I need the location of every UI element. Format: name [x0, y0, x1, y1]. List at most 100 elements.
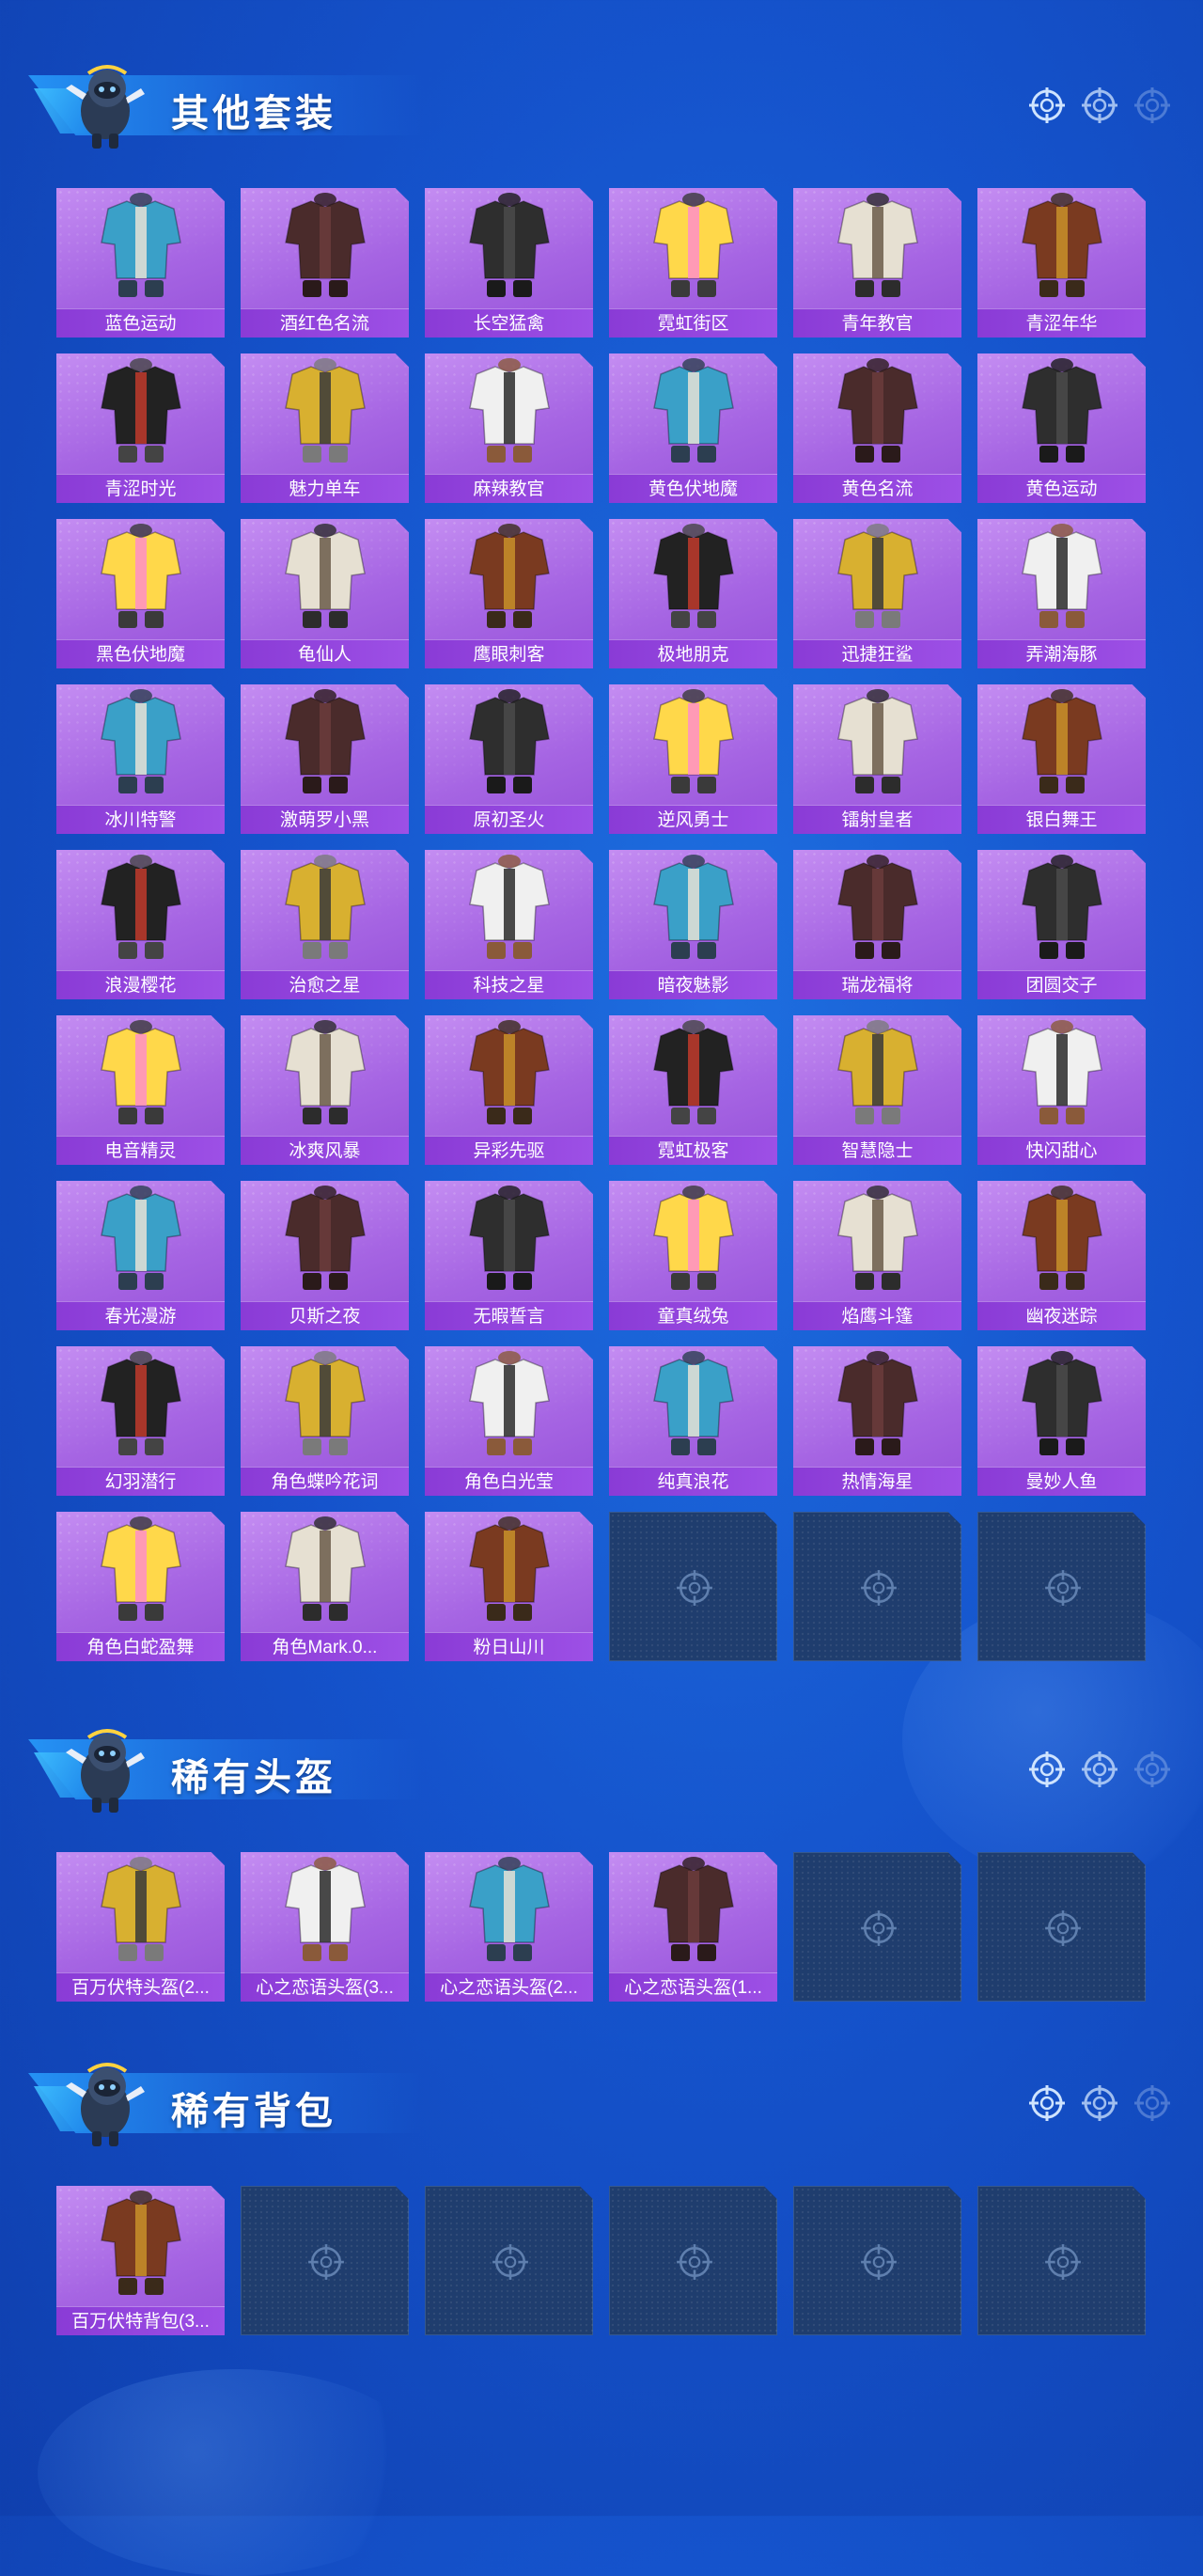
item-card[interactable]: 冰爽风暴: [241, 1015, 409, 1165]
item-card[interactable]: 贝斯之夜: [241, 1181, 409, 1330]
item-card[interactable]: 冰川特警: [56, 684, 225, 834]
empty-slot: [425, 2186, 593, 2335]
item-card[interactable]: 粉日山川: [425, 1512, 593, 1661]
outfit-image: [285, 358, 366, 463]
item-card[interactable]: 团圆交子: [977, 850, 1146, 999]
outfit-image: [101, 1516, 181, 1621]
crosshair-icon: [1134, 1751, 1170, 1787]
item-card[interactable]: 银白舞王: [977, 684, 1146, 834]
outfit-image: [285, 1020, 366, 1124]
item-name: 霓虹街区: [609, 308, 777, 338]
item-card[interactable]: 黄色名流: [793, 353, 961, 503]
item-name: 快闪甜心: [977, 1136, 1146, 1165]
section-title: 稀有背包: [171, 2091, 336, 2132]
item-name: 瑞龙福将: [793, 970, 961, 999]
item-grid: 蓝色运动 酒红色名流 长空猛禽 霓虹街区 青年教官 青涩年华青涩时光 魅力单车 麻辣教官 黄色伏…: [56, 188, 1147, 1661]
item-card[interactable]: 长空猛禽: [425, 188, 593, 338]
item-card[interactable]: 热情海星: [793, 1346, 961, 1496]
section-header: 稀有背包: [0, 2045, 1203, 2148]
item-card[interactable]: 纯真浪花: [609, 1346, 777, 1496]
item-card[interactable]: 智慧隐士: [793, 1015, 961, 1165]
item-card[interactable]: 角色白光莹: [425, 1346, 593, 1496]
item-name: 青涩年华: [977, 308, 1146, 338]
item-name: 青年教官: [793, 308, 961, 338]
item-card[interactable]: 角色白蛇盈舞: [56, 1512, 225, 1661]
item-card[interactable]: 青年教官: [793, 188, 961, 338]
item-name: 迅捷狂鲨: [793, 639, 961, 668]
item-card[interactable]: 电音精灵: [56, 1015, 225, 1165]
item-name: 角色白光莹: [425, 1467, 593, 1496]
item-card[interactable]: 浪漫樱花: [56, 850, 225, 999]
crosshair-icon: [677, 2244, 712, 2280]
item-name: 角色蝶吟花词: [241, 1467, 409, 1496]
empty-slot: [977, 1852, 1146, 2002]
item-card[interactable]: 逆风勇士: [609, 684, 777, 834]
item-name: 原初圣火: [425, 805, 593, 834]
item-grid: 百万伏特背包(3...: [56, 2186, 1147, 2335]
outfit-image: [285, 1351, 366, 1455]
item-card[interactable]: 霓虹街区: [609, 188, 777, 338]
item-card[interactable]: 青涩年华: [977, 188, 1146, 338]
item-card[interactable]: 曼妙人鱼: [977, 1346, 1146, 1496]
item-card[interactable]: 心之恋语头盔(3...: [241, 1852, 409, 2002]
item-card[interactable]: 弄潮海豚: [977, 519, 1146, 668]
item-name: 黄色名流: [793, 474, 961, 503]
outfit-image: [469, 1186, 550, 1290]
item-card[interactable]: 魅力单车: [241, 353, 409, 503]
item-card[interactable]: 瑞龙福将: [793, 850, 961, 999]
item-card[interactable]: 百万伏特背包(3...: [56, 2186, 225, 2335]
item-name: 贝斯之夜: [241, 1301, 409, 1330]
item-card[interactable]: 心之恋语头盔(2...: [425, 1852, 593, 2002]
item-card[interactable]: 激萌罗小黑: [241, 684, 409, 834]
item-card[interactable]: 霓虹极客: [609, 1015, 777, 1165]
item-card[interactable]: 异彩先驱: [425, 1015, 593, 1165]
section-3: 稀有背包百万伏特背包(3...: [0, 2045, 1203, 2335]
crosshair-icon: [1045, 1570, 1081, 1606]
item-card[interactable]: 幻羽潜行: [56, 1346, 225, 1496]
outfit-image: [285, 1186, 366, 1290]
item-name: 曼妙人鱼: [977, 1467, 1146, 1496]
item-card[interactable]: 快闪甜心: [977, 1015, 1146, 1165]
item-card[interactable]: 角色Mark.0...: [241, 1512, 409, 1661]
item-card[interactable]: 迅捷狂鲨: [793, 519, 961, 668]
item-name: 冰爽风暴: [241, 1136, 409, 1165]
item-card[interactable]: 科技之星: [425, 850, 593, 999]
mascot-icon: [66, 65, 145, 149]
item-name: 角色Mark.0...: [241, 1632, 409, 1661]
item-card[interactable]: 百万伏特头盔(2...: [56, 1852, 225, 2002]
item-card[interactable]: 龟仙人: [241, 519, 409, 668]
item-card[interactable]: 镭射皇者: [793, 684, 961, 834]
item-card[interactable]: 治愈之星: [241, 850, 409, 999]
item-card[interactable]: 麻辣教官: [425, 353, 593, 503]
item-card[interactable]: 黄色运动: [977, 353, 1146, 503]
item-card[interactable]: 酒红色名流: [241, 188, 409, 338]
outfit-image: [837, 1186, 918, 1290]
item-card[interactable]: 黄色伏地魔: [609, 353, 777, 503]
outfit-image: [837, 358, 918, 463]
item-card[interactable]: 原初圣火: [425, 684, 593, 834]
item-card[interactable]: 鹰眼刺客: [425, 519, 593, 668]
section-header: 稀有头盔: [0, 1711, 1203, 1814]
crosshair-icon: [861, 2244, 897, 2280]
item-card[interactable]: 焰鹰斗篷: [793, 1181, 961, 1330]
crosshair-icon: [308, 2244, 344, 2280]
item-name: 无暇誓言: [425, 1301, 593, 1330]
item-name: 百万伏特背包(3...: [56, 2306, 225, 2335]
item-card[interactable]: 心之恋语头盔(1...: [609, 1852, 777, 2002]
outfit-image: [285, 1857, 366, 1961]
item-card[interactable]: 极地朋克: [609, 519, 777, 668]
item-card[interactable]: 黑色伏地魔: [56, 519, 225, 668]
item-card[interactable]: 无暇誓言: [425, 1181, 593, 1330]
outfit-image: [469, 358, 550, 463]
item-card[interactable]: 青涩时光: [56, 353, 225, 503]
item-name: 鹰眼刺客: [425, 639, 593, 668]
item-card[interactable]: 蓝色运动: [56, 188, 225, 338]
item-name: 纯真浪花: [609, 1467, 777, 1496]
item-card[interactable]: 暗夜魅影: [609, 850, 777, 999]
item-grid: 百万伏特头盔(2... 心之恋语头盔(3... 心之恋语头盔(2... 心之恋语头盔(…: [56, 1852, 1147, 2002]
item-card[interactable]: 幽夜迷踪: [977, 1181, 1146, 1330]
item-card[interactable]: 童真绒兔: [609, 1181, 777, 1330]
item-card[interactable]: 角色蝶吟花词: [241, 1346, 409, 1496]
item-name: 智慧隐士: [793, 1136, 961, 1165]
item-card[interactable]: 春光漫游: [56, 1181, 225, 1330]
